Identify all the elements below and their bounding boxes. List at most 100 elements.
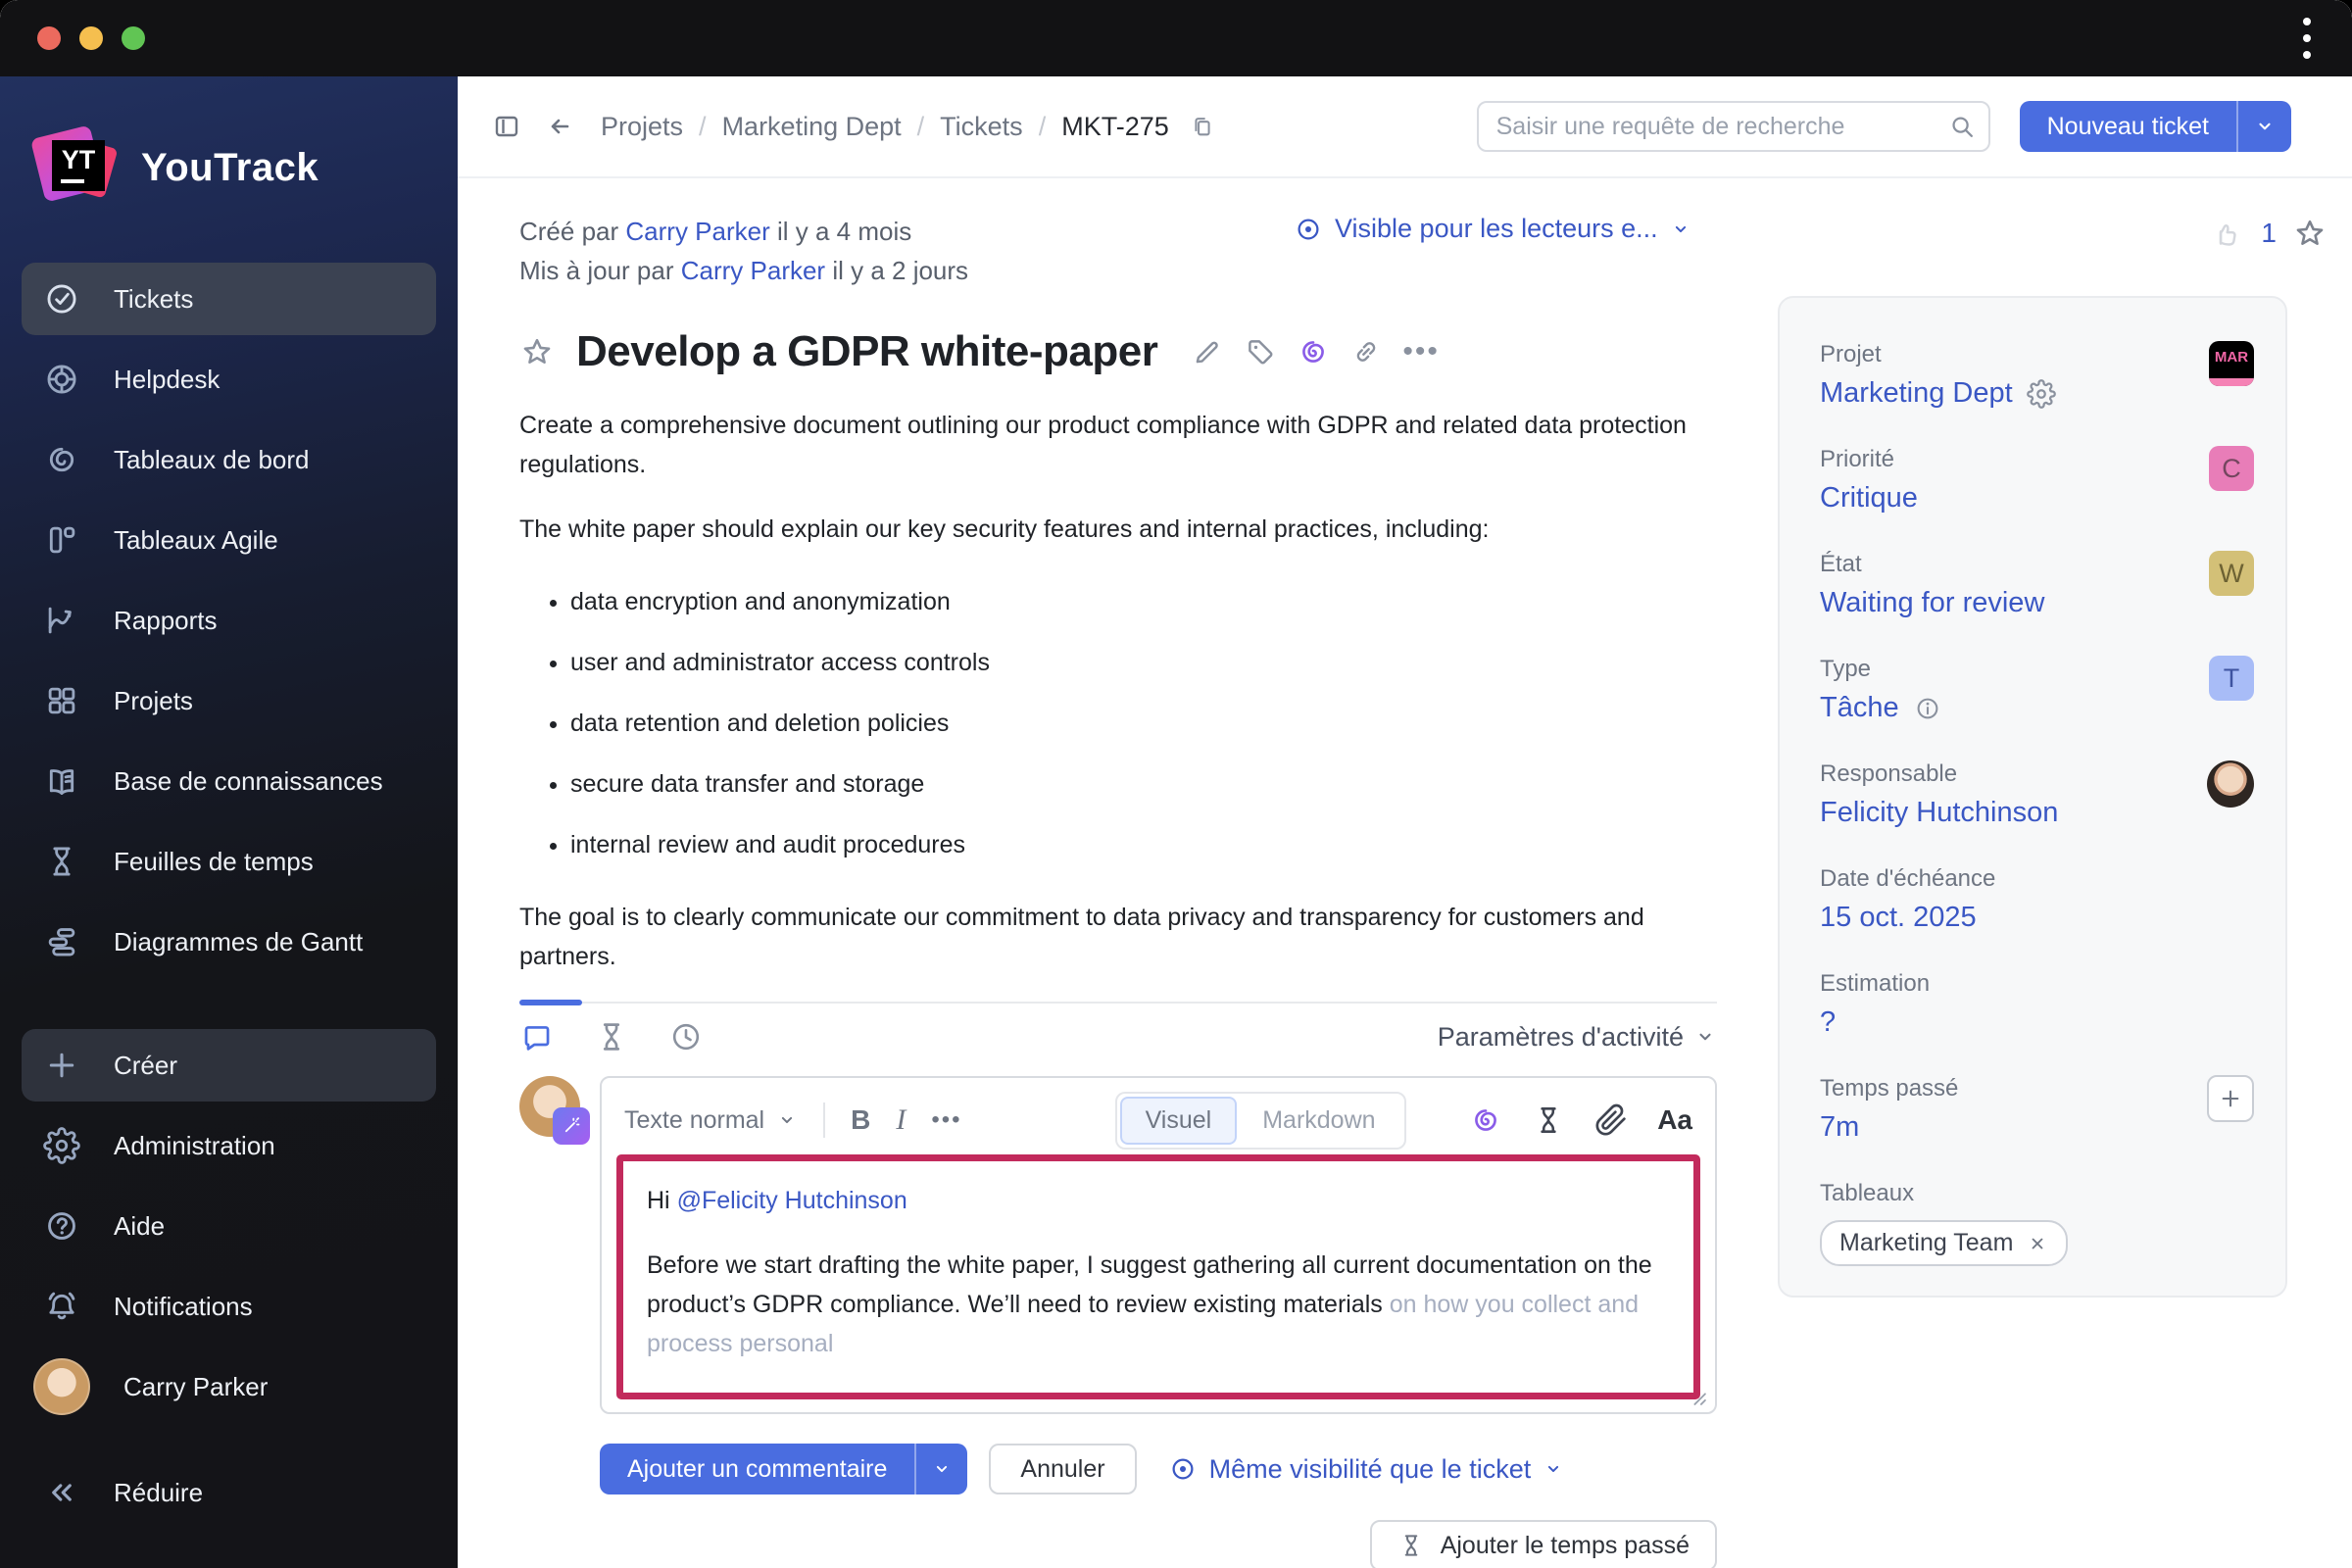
cancel-button[interactable]: Annuler: [989, 1444, 1137, 1494]
project-badge[interactable]: MAR: [2209, 341, 2254, 386]
assignee-avatar[interactable]: [2207, 760, 2254, 808]
edit-pencil-icon[interactable]: [1191, 335, 1224, 368]
thumbs-up-icon[interactable]: [2212, 217, 2245, 250]
breadcrumb-projects[interactable]: Projets: [601, 112, 683, 142]
text-style-select[interactable]: Texte normal: [624, 1106, 798, 1135]
bold-button[interactable]: B: [851, 1104, 870, 1136]
sidebar-item-administration[interactable]: Administration: [22, 1109, 436, 1182]
avatar: [33, 1358, 90, 1415]
copy-icon[interactable]: [1189, 113, 1216, 140]
markdown-mode-tab[interactable]: Markdown: [1237, 1097, 1400, 1145]
issue-visibility-select[interactable]: Visible pour les lecteurs e...: [1294, 214, 1691, 244]
circled-dot-icon: [1168, 1454, 1198, 1484]
add-comment-dropdown[interactable]: [916, 1444, 967, 1494]
kebab-menu-icon[interactable]: [2297, 12, 2317, 65]
plus-icon: [43, 1047, 80, 1084]
updated-author-link[interactable]: Carry Parker: [681, 256, 825, 285]
priority-value[interactable]: Critique: [1820, 482, 1918, 514]
resize-grip-icon[interactable]: [1684, 1383, 1709, 1408]
editor-mode-toggle: Visuel Markdown: [1114, 1091, 1406, 1150]
history-tab-icon[interactable]: [594, 1019, 629, 1054]
sidebar-item-timesheets[interactable]: Feuilles de temps: [22, 825, 436, 898]
comment-visibility-select[interactable]: Même visibilité que le ticket: [1168, 1454, 1565, 1485]
search-icon[interactable]: [1947, 112, 1977, 141]
close-window-button[interactable]: [37, 26, 61, 50]
description-paragraph: The white paper should explain our key s…: [519, 515, 1490, 543]
spent-time-value[interactable]: 7m: [1820, 1111, 1958, 1144]
field-state: État Waiting for review W: [1820, 551, 2254, 619]
project-value[interactable]: Marketing Dept: [1820, 377, 2056, 410]
state-badge[interactable]: W: [2209, 551, 2254, 596]
sidebar-item-helpdesk[interactable]: Helpdesk: [22, 343, 436, 416]
add-time-plus-button[interactable]: [2207, 1075, 2254, 1122]
ai-assistant-icon[interactable]: [1297, 335, 1330, 368]
visual-mode-tab[interactable]: Visuel: [1119, 1096, 1238, 1145]
paperclip-icon[interactable]: [1594, 1103, 1628, 1137]
time-tab-icon[interactable]: [668, 1019, 704, 1054]
sidebar-item-reports[interactable]: Rapports: [22, 584, 436, 657]
sidebar-item-agile-boards[interactable]: Tableaux Agile: [22, 504, 436, 576]
new-ticket-dropdown[interactable]: [2238, 101, 2291, 152]
fields-panel: Projet Marketing Dept MAR Priorité Criti…: [1778, 296, 2287, 1298]
app-window: YT YouTrack Tickets Helpdesk Tableaux de…: [0, 0, 2352, 1568]
priority-badge[interactable]: C: [2209, 446, 2254, 491]
italic-button[interactable]: I: [896, 1103, 906, 1137]
chevron-down-icon: [2253, 115, 2277, 138]
user-mention[interactable]: @Felicity Hutchinson: [677, 1187, 907, 1214]
zoom-window-button[interactable]: [122, 26, 145, 50]
sidebar-profile[interactable]: Carry Parker: [22, 1350, 436, 1423]
new-ticket-button[interactable]: Nouveau ticket: [2020, 101, 2236, 152]
breadcrumb-tickets[interactable]: Tickets: [940, 112, 1023, 142]
sidebar: YT YouTrack Tickets Helpdesk Tableaux de…: [0, 76, 458, 1568]
ai-assistant-icon[interactable]: [1469, 1103, 1502, 1137]
sidebar-item-tickets[interactable]: Tickets: [22, 263, 436, 335]
add-spent-time-button[interactable]: Ajouter le temps passé: [1369, 1520, 1717, 1568]
hourglass-icon[interactable]: [1532, 1103, 1565, 1137]
sidebar-item-notifications[interactable]: Notifications: [22, 1270, 436, 1343]
comment-textarea[interactable]: Hi @Felicity Hutchinson Before we start …: [616, 1154, 1700, 1399]
tag-icon[interactable]: [1244, 335, 1277, 368]
type-value[interactable]: Tâche: [1820, 692, 1942, 724]
updated-line: Mis à jour par Carry Parker il y a 2 jou…: [519, 256, 969, 285]
sidebar-toggle-icon[interactable]: [491, 111, 522, 142]
assignee-value[interactable]: Felicity Hutchinson: [1820, 797, 2058, 829]
more-formatting-icon[interactable]: •••: [931, 1106, 961, 1134]
type-badge[interactable]: T: [2209, 656, 2254, 701]
state-value[interactable]: Waiting for review: [1820, 587, 2044, 619]
search-input[interactable]: [1476, 101, 1990, 152]
sidebar-item-dashboards[interactable]: Tableaux de bord: [22, 423, 436, 496]
plus-icon: [2218, 1086, 2243, 1111]
add-comment-button[interactable]: Ajouter un commentaire: [600, 1444, 914, 1494]
app-logo[interactable]: YT YouTrack: [35, 127, 436, 208]
field-priority: Priorité Critique C: [1820, 446, 2254, 514]
format-aa-button[interactable]: Aa: [1657, 1104, 1692, 1136]
breadcrumb-marketing-dept[interactable]: Marketing Dept: [722, 112, 902, 142]
description-paragraph: The goal is to clearly communicate our c…: [519, 904, 1644, 970]
breadcrumb-current-issue-id: MKT-275: [1061, 111, 1169, 141]
field-spent-time: Temps passé 7m: [1820, 1075, 2254, 1144]
chevron-down-icon: [1670, 219, 1691, 240]
star-icon[interactable]: [2292, 216, 2328, 251]
activity-settings-select[interactable]: Paramètres d'activité: [1438, 1022, 1717, 1053]
minimize-window-button[interactable]: [79, 26, 103, 50]
comments-tab-icon[interactable]: [519, 1019, 555, 1054]
sidebar-item-help[interactable]: Aide: [22, 1190, 436, 1262]
info-circle-icon[interactable]: [1913, 694, 1942, 723]
sidebar-item-gantt-charts[interactable]: Diagrammes de Gantt: [22, 906, 436, 978]
more-actions-icon[interactable]: •••: [1402, 335, 1440, 368]
sidebar-item-projects[interactable]: Projets: [22, 664, 436, 737]
sidebar-item-knowledge-base[interactable]: Base de connaissances: [22, 745, 436, 817]
due-date-value[interactable]: 15 oct. 2025: [1820, 902, 1995, 934]
collapse-sidebar-button[interactable]: Réduire: [22, 1456, 436, 1529]
estimation-value[interactable]: ?: [1820, 1006, 1930, 1039]
create-button[interactable]: Créer: [22, 1029, 436, 1102]
description-paragraph: Create a comprehensive document outlinin…: [519, 412, 1687, 478]
close-icon[interactable]: [2027, 1233, 2048, 1254]
created-author-link[interactable]: Carry Parker: [625, 217, 769, 246]
back-arrow-icon[interactable]: [544, 111, 575, 142]
link-icon[interactable]: [1349, 335, 1383, 368]
issue-title-row: Develop a GDPR white-paper •••: [519, 327, 1717, 376]
board-chip[interactable]: Marketing Team: [1820, 1220, 2069, 1266]
gear-icon[interactable]: [2027, 379, 2056, 409]
favorite-star-icon[interactable]: [519, 334, 555, 369]
